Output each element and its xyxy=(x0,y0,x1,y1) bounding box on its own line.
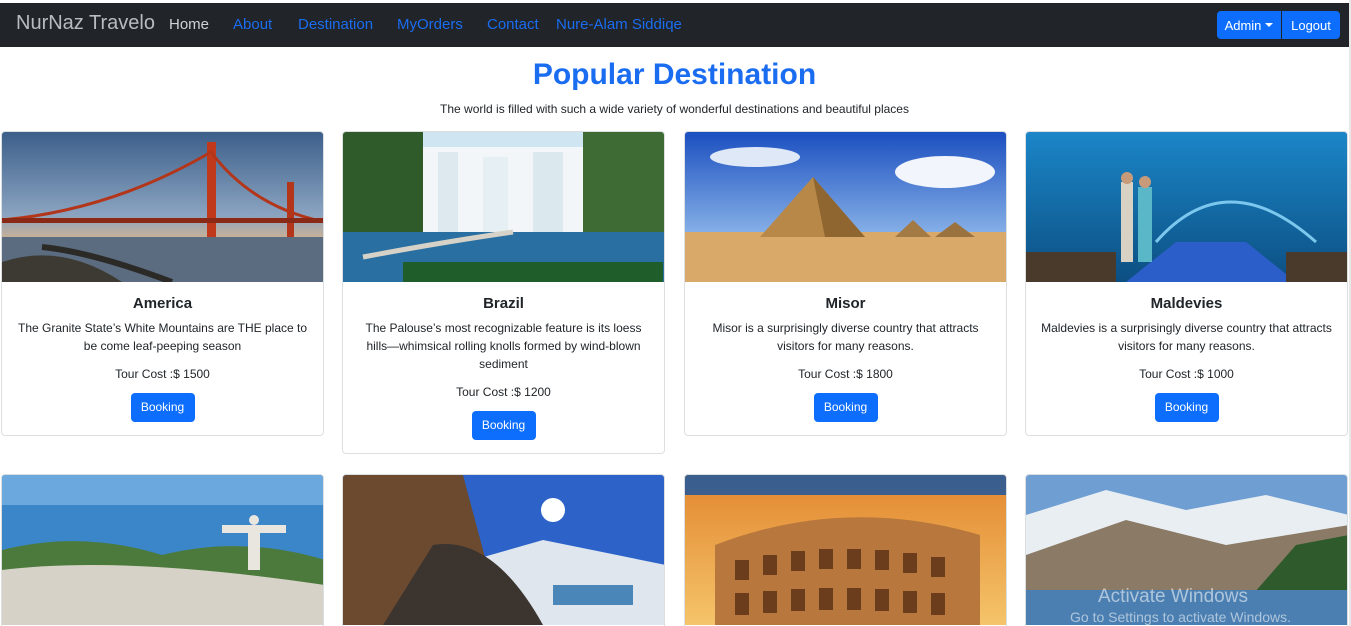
windows-activation-title: Activate Windows xyxy=(1098,586,1248,607)
destination-name: America xyxy=(132,295,193,312)
booking-button[interactable]: Booking xyxy=(813,393,878,422)
nav-myorders[interactable]: MyOrders xyxy=(397,16,463,33)
destination-description: Misor is a surprisingly diverse country … xyxy=(712,321,979,353)
page-title: Popular Destination xyxy=(532,58,817,91)
destination-name: Misor xyxy=(825,295,866,312)
destination-image xyxy=(343,132,664,282)
brand-logo[interactable]: NurNaz Travelo xyxy=(16,12,155,35)
logout-button[interactable]: Logout xyxy=(1282,11,1340,39)
chevron-down-icon xyxy=(1265,23,1274,27)
booking-button[interactable]: Booking xyxy=(471,411,536,440)
tour-cost: Tour Cost :$ 1000 xyxy=(1139,367,1234,381)
destination-image xyxy=(1026,132,1347,282)
destination-card: Brazil The Palouse’s most recognizable f… xyxy=(342,131,665,454)
destination-description: Maldevies is a surprisingly diverse coun… xyxy=(1041,321,1332,353)
destination-card: Maldevies Maldevies is a surprisingly di… xyxy=(1025,131,1348,436)
nav-destination[interactable]: Destination xyxy=(298,16,373,33)
admin-label: Admin xyxy=(1224,17,1262,33)
destination-image xyxy=(343,475,664,625)
destination-card xyxy=(1,474,324,626)
admin-dropdown-button[interactable]: Admin xyxy=(1217,11,1281,39)
destination-name: Maldevies xyxy=(1150,295,1223,312)
nav-user-name[interactable]: Nure-Alam Siddiqe xyxy=(556,16,682,33)
destination-card: America The Granite State’s White Mounta… xyxy=(1,131,324,436)
windows-activation-message: Go to Settings to activate Windows. xyxy=(1070,609,1291,625)
tour-cost: Tour Cost :$ 1200 xyxy=(456,385,551,399)
destination-image xyxy=(685,475,1006,625)
destination-description: The Granite State’s White Mountains are … xyxy=(17,321,308,353)
booking-button[interactable]: Booking xyxy=(130,393,195,422)
nav-about[interactable]: About xyxy=(233,16,272,33)
tour-cost: Tour Cost :$ 1800 xyxy=(798,367,893,381)
nav-contact[interactable]: Contact xyxy=(487,16,539,33)
booking-button[interactable]: Booking xyxy=(1154,393,1219,422)
destination-image xyxy=(2,132,323,282)
destination-card xyxy=(684,474,1007,626)
nav-home[interactable]: Home xyxy=(169,16,209,33)
destination-image xyxy=(2,475,323,625)
destination-name: Brazil xyxy=(483,295,524,312)
destination-card: Misor Misor is a surprisingly diverse co… xyxy=(684,131,1007,436)
page-subtitle: The world is filled with such a wide var… xyxy=(440,102,909,116)
destination-description: The Palouse’s most recognizable feature … xyxy=(365,321,642,371)
destination-card xyxy=(342,474,665,626)
navbar: NurNaz Travelo Home About Destination My… xyxy=(0,3,1349,47)
destination-image xyxy=(685,132,1006,282)
tour-cost: Tour Cost :$ 1500 xyxy=(115,367,210,381)
